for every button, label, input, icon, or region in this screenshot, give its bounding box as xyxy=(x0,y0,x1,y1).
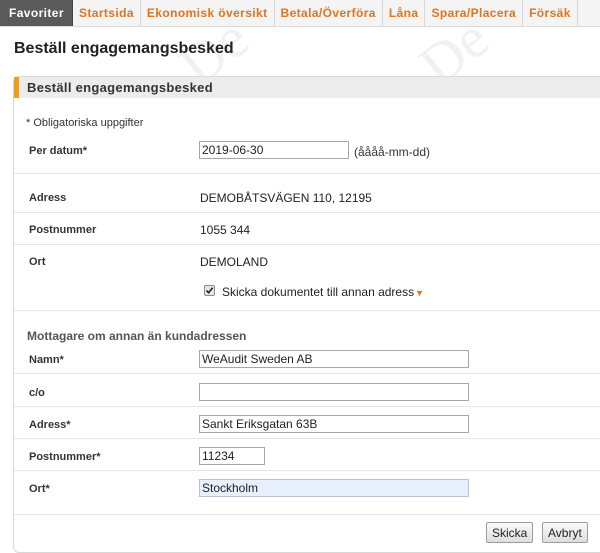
cancel-button[interactable]: Avbryt xyxy=(542,522,588,543)
recipient-postal-field[interactable] xyxy=(199,447,265,465)
checkmark-icon xyxy=(205,287,214,295)
divider xyxy=(14,373,600,374)
tab-spara-placera[interactable]: Spara/Placera xyxy=(425,0,524,26)
city-label: Ort xyxy=(29,256,46,268)
recipient-co-label: c/o xyxy=(29,387,45,399)
recipient-name-label: Namn* xyxy=(29,354,64,366)
recipient-name-field[interactable] xyxy=(199,350,469,368)
divider xyxy=(14,406,600,407)
tab-ekonomisk-oversikt[interactable]: Ekonomisk översikt xyxy=(141,0,275,26)
tab-betala-overfora[interactable]: Betala/Överföra xyxy=(275,0,383,26)
send-button[interactable]: Skicka xyxy=(486,522,534,543)
divider xyxy=(14,310,600,311)
divider xyxy=(14,470,600,471)
recipient-city-field[interactable] xyxy=(199,479,469,497)
recipient-co-field[interactable] xyxy=(199,383,469,401)
divider xyxy=(14,173,600,174)
postal-value: 1055 344 xyxy=(200,223,251,237)
other-address-checkbox[interactable] xyxy=(204,285,215,296)
recipient-postal-label: Postnummer* xyxy=(29,451,101,463)
postal-label: Postnummer xyxy=(29,224,97,236)
required-note: * Obligatoriska uppgifter xyxy=(26,117,144,129)
date-label: Per datum* xyxy=(29,145,88,157)
date-field[interactable] xyxy=(199,141,349,159)
other-address-label[interactable]: Skicka dokumentet till annan adress▼ xyxy=(222,285,424,299)
divider xyxy=(14,514,600,515)
address-value: DEMOBÅTSVÄGEN 110, 12195 xyxy=(200,191,372,205)
divider xyxy=(14,244,600,245)
recipient-address-label: Adress* xyxy=(29,419,71,431)
order-form-panel: Beställ engagemangsbesked * Obligatorisk… xyxy=(13,76,600,553)
divider xyxy=(14,438,600,439)
tab-startsida[interactable]: Startsida xyxy=(73,0,141,26)
panel-header: Beställ engagemangsbesked xyxy=(14,77,600,98)
address-label: Adress xyxy=(29,192,67,204)
city-value: DEMOLAND xyxy=(200,255,269,269)
tab-favoriter[interactable]: Favoriter xyxy=(0,0,73,26)
top-navigation: Favoriter Startsida Ekonomisk översikt Beta… xyxy=(0,0,600,27)
dropdown-arrow-icon: ▼ xyxy=(415,288,425,298)
recipient-city-label: Ort* xyxy=(29,483,50,495)
tab-lana[interactable]: Låna xyxy=(383,0,426,26)
page-title: Beställ engagemangsbesked xyxy=(14,40,234,57)
divider xyxy=(14,212,600,213)
recipient-address-field[interactable] xyxy=(199,415,469,433)
tab-forsakring[interactable]: Försäk xyxy=(523,0,578,26)
date-format-hint: (åååå-mm-dd) xyxy=(354,145,431,159)
recipient-section-title: Mottagare om annan än kundadressen xyxy=(27,329,247,343)
